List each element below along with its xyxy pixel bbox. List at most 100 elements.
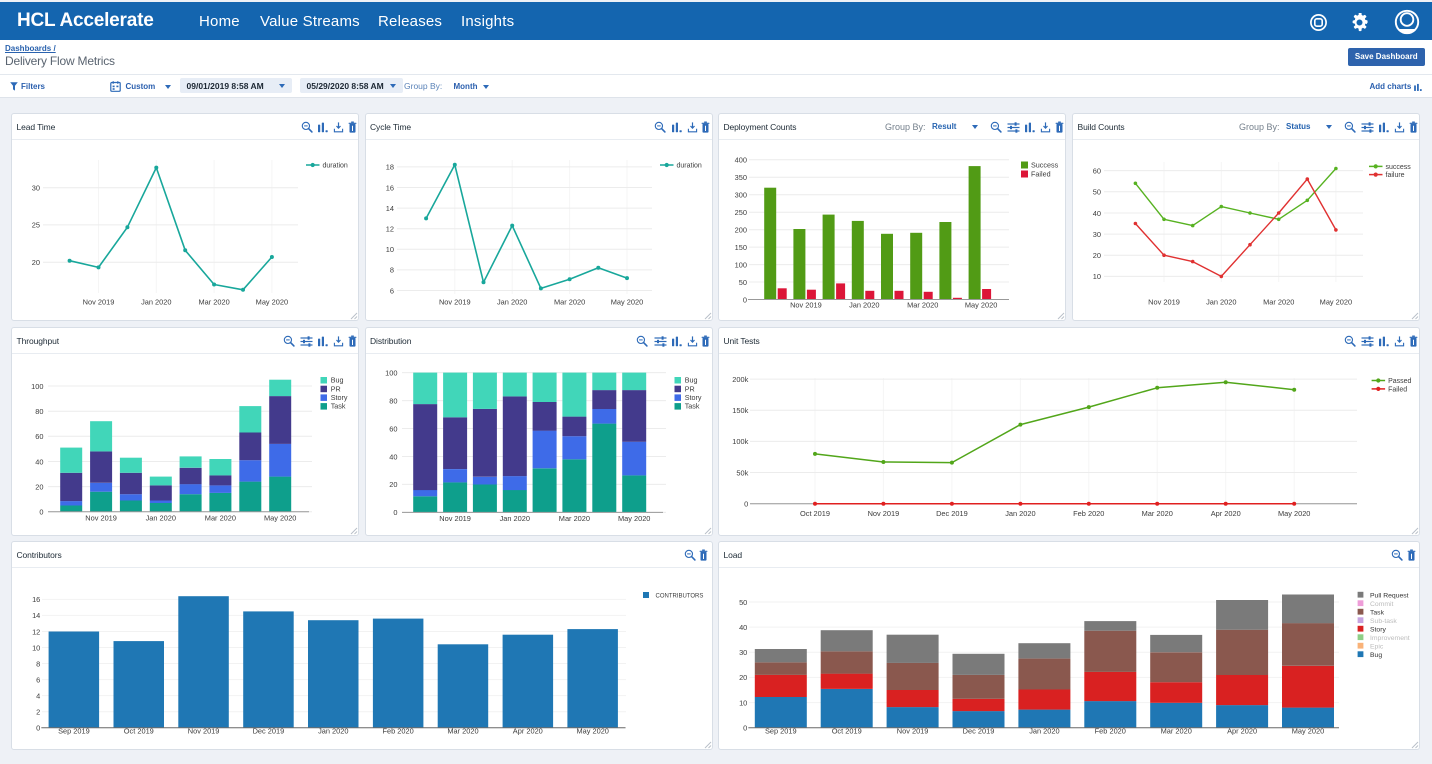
svg-text:60: 60 [1093,166,1101,175]
svg-text:100: 100 [385,368,397,377]
svg-text:Dec 2019: Dec 2019 [936,509,968,518]
svg-text:100: 100 [31,382,43,391]
svg-text:50: 50 [739,278,747,287]
svg-text:Nov 2019: Nov 2019 [1148,298,1180,307]
svg-text:40: 40 [389,452,397,461]
svg-text:Passed: Passed [1388,378,1411,385]
svg-text:duration: duration [676,163,701,170]
svg-text:Mar 2020: Mar 2020 [205,514,236,523]
svg-text:Nov 2019: Nov 2019 [868,509,900,518]
svg-text:Nov 2019: Nov 2019 [439,514,471,523]
svg-text:20: 20 [739,673,747,682]
svg-text:May 2020: May 2020 [610,298,642,307]
svg-text:Oct 2019: Oct 2019 [800,509,830,518]
svg-text:Epic: Epic [1370,643,1384,650]
svg-text:Mar 2020: Mar 2020 [1263,298,1294,307]
svg-text:Mar 2020: Mar 2020 [558,514,589,523]
svg-text:Task: Task [1370,609,1385,616]
svg-text:30: 30 [32,184,40,193]
svg-text:May 2020: May 2020 [617,514,649,523]
svg-text:Mar 2020: Mar 2020 [1142,509,1173,518]
svg-text:16: 16 [385,183,393,192]
svg-text:success: success [1386,164,1412,171]
svg-text:Jan 2020: Jan 2020 [146,514,176,523]
svg-text:Jan 2020: Jan 2020 [496,298,526,307]
svg-text:Story: Story [331,393,348,402]
svg-text:25: 25 [32,221,40,230]
svg-text:30: 30 [739,648,747,657]
svg-text:Apr 2020: Apr 2020 [1211,509,1241,518]
svg-text:Nov 2019: Nov 2019 [790,301,822,310]
svg-text:350: 350 [735,173,747,182]
svg-text:80: 80 [35,407,43,416]
svg-text:8: 8 [36,659,40,668]
svg-text:14: 14 [385,204,393,213]
svg-text:60: 60 [389,424,397,433]
svg-text:12: 12 [385,225,393,234]
svg-text:Sub-task: Sub-task [1370,618,1397,625]
svg-text:May 2020: May 2020 [965,301,997,310]
svg-text:0: 0 [744,500,748,509]
svg-text:30: 30 [1093,230,1101,239]
svg-text:20: 20 [35,482,43,491]
svg-text:Feb 2020: Feb 2020 [1073,509,1104,518]
svg-text:50: 50 [739,598,747,607]
svg-text:400: 400 [735,156,747,165]
svg-text:100k: 100k [732,437,748,446]
svg-text:Mar 2020: Mar 2020 [553,298,584,307]
svg-text:Task: Task [331,402,346,411]
svg-text:Failed: Failed [1031,170,1051,179]
svg-text:14: 14 [32,611,40,620]
svg-text:0: 0 [743,295,747,304]
svg-text:8: 8 [389,266,393,275]
svg-text:duration: duration [323,163,348,170]
svg-text:0: 0 [36,724,40,733]
svg-text:6: 6 [389,286,393,295]
svg-text:6: 6 [36,675,40,684]
svg-text:0: 0 [39,508,43,517]
svg-text:250: 250 [735,208,747,217]
svg-text:Commit: Commit [1370,601,1394,608]
svg-text:Story: Story [1370,626,1386,633]
svg-text:200k: 200k [732,375,748,384]
svg-text:May 2020: May 2020 [1320,298,1352,307]
svg-text:May 2020: May 2020 [264,514,296,523]
svg-text:40: 40 [1093,209,1101,218]
svg-text:20: 20 [32,258,40,267]
svg-text:40: 40 [739,623,747,632]
svg-text:20: 20 [1093,251,1101,260]
svg-text:Nov 2019: Nov 2019 [85,514,117,523]
svg-text:80: 80 [389,396,397,405]
svg-text:0: 0 [743,724,747,733]
svg-text:Success: Success [1031,161,1059,170]
svg-text:Pull Request: Pull Request [1370,592,1409,599]
svg-text:300: 300 [735,191,747,200]
svg-text:Bug: Bug [1370,652,1382,659]
svg-text:50k: 50k [736,468,748,477]
svg-text:Nov 2019: Nov 2019 [438,298,470,307]
svg-text:Bug: Bug [331,376,344,385]
svg-text:50: 50 [1093,188,1101,197]
svg-text:Failed: Failed [1388,387,1407,394]
svg-text:16: 16 [32,595,40,604]
svg-text:Jan 2020: Jan 2020 [141,298,171,307]
svg-text:150k: 150k [732,406,748,415]
svg-text:Jan 2020: Jan 2020 [499,514,529,523]
svg-text:12: 12 [32,627,40,636]
svg-text:Mar 2020: Mar 2020 [907,301,938,310]
svg-text:PR: PR [331,384,341,393]
svg-text:100: 100 [735,260,747,269]
svg-text:60: 60 [35,432,43,441]
svg-text:2: 2 [36,708,40,717]
svg-text:Jan 2020: Jan 2020 [849,301,879,310]
svg-text:40: 40 [35,457,43,466]
svg-text:Jan 2020: Jan 2020 [1206,298,1236,307]
svg-text:18: 18 [385,163,393,172]
svg-text:May 2020: May 2020 [1278,509,1310,518]
svg-text:200: 200 [735,226,747,235]
svg-text:Story: Story [684,393,701,402]
svg-text:CONTRIBUTORS: CONTRIBUTORS [656,593,704,599]
svg-text:Nov 2019: Nov 2019 [83,298,115,307]
svg-text:Bug: Bug [684,376,697,385]
svg-text:failure: failure [1386,172,1405,179]
